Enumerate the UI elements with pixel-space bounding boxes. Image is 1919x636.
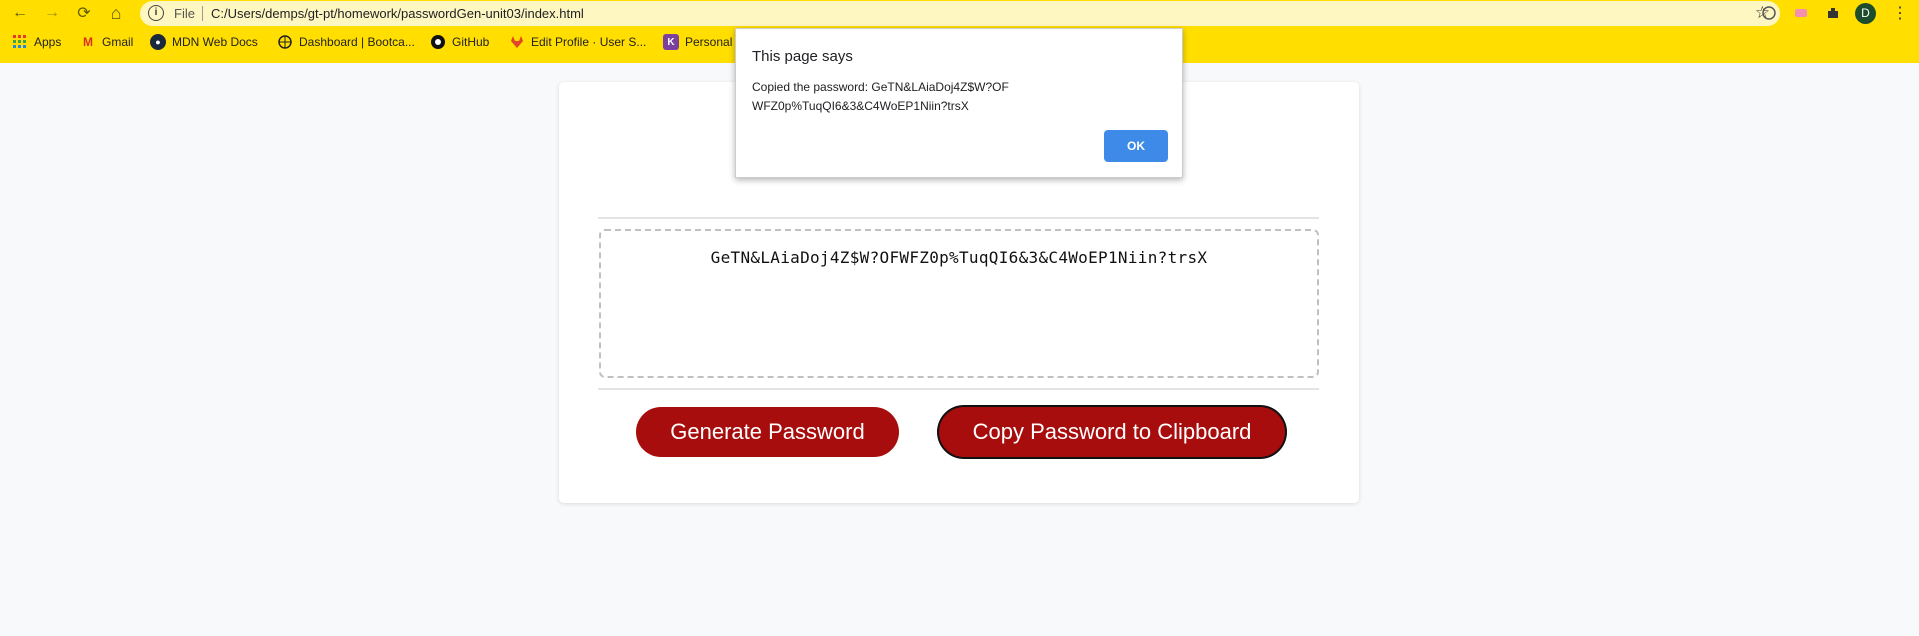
browser-toolbar: ← → ⟳ ⌂ i File C:/Users/demps/gt-pt/home… bbox=[0, 0, 1919, 27]
personal-icon: K bbox=[663, 34, 679, 50]
alert-dialog: This page says Copied the password: GeTN… bbox=[735, 28, 1183, 178]
address-bar[interactable]: i File C:/Users/demps/gt-pt/homework/pas… bbox=[140, 1, 1780, 26]
bookmark-apps[interactable]: Apps bbox=[12, 34, 61, 50]
top-divider bbox=[598, 217, 1319, 219]
bookmark-dashboard[interactable]: Dashboard | Bootca... bbox=[277, 34, 415, 50]
extension-icon-1[interactable] bbox=[1759, 3, 1779, 23]
back-arrow-icon[interactable]: ← bbox=[10, 3, 30, 23]
bookmark-edit-profile[interactable]: Edit Profile · User S... bbox=[509, 34, 646, 50]
url-scheme-label: File bbox=[174, 6, 195, 21]
info-icon[interactable]: i bbox=[148, 5, 164, 21]
bookmark-label: MDN Web Docs bbox=[172, 35, 258, 49]
copy-password-button[interactable]: Copy Password to Clipboard bbox=[939, 407, 1285, 457]
github-icon bbox=[430, 34, 446, 50]
forward-arrow-icon[interactable]: → bbox=[42, 3, 62, 23]
dialog-title: This page says bbox=[752, 48, 853, 65]
mdn-icon: ● bbox=[150, 34, 166, 50]
profile-avatar[interactable]: D bbox=[1855, 3, 1876, 24]
bookmark-label: Dashboard | Bootca... bbox=[299, 35, 415, 49]
bookmark-label: Personal bbox=[685, 35, 733, 49]
bookmark-label: Gmail bbox=[102, 35, 134, 49]
password-output-textarea[interactable]: GeTN&LAiaDoj4Z$W?OFWFZ0p%TuqQI6&3&C4WoEP… bbox=[599, 229, 1319, 378]
dialog-message: Copied the password: GeTN&LAiaDoj4Z$W?OF… bbox=[752, 80, 1009, 113]
gmail-icon: M bbox=[83, 35, 93, 49]
menu-kebab-icon[interactable]: ⋮ bbox=[1892, 3, 1908, 23]
bookmark-mdn[interactable]: ● MDN Web Docs bbox=[150, 34, 258, 50]
bookmark-github[interactable]: GitHub bbox=[430, 34, 489, 50]
extension-icon-2[interactable] bbox=[1791, 3, 1811, 23]
bottom-divider bbox=[598, 388, 1319, 390]
generate-password-button[interactable]: Generate Password bbox=[636, 407, 899, 457]
home-icon[interactable]: ⌂ bbox=[106, 3, 126, 23]
bookmark-gmail[interactable]: M Gmail bbox=[80, 34, 133, 50]
dialog-ok-button[interactable]: OK bbox=[1104, 130, 1168, 162]
reload-icon[interactable]: ⟳ bbox=[74, 3, 94, 23]
bookmark-label: Edit Profile · User S... bbox=[531, 35, 647, 49]
globe-icon bbox=[277, 34, 293, 50]
url-separator bbox=[202, 6, 203, 21]
bookmark-label: Apps bbox=[34, 35, 62, 49]
extensions-puzzle-icon[interactable] bbox=[1823, 3, 1843, 23]
url-text[interactable]: C:/Users/demps/gt-pt/homework/passwordGe… bbox=[211, 6, 584, 21]
password-text: GeTN&LAiaDoj4Z$W?OFWFZ0p%TuqQI6&3&C4WoEP… bbox=[710, 248, 1208, 267]
gitlab-icon bbox=[509, 34, 525, 50]
bookmark-label: GitHub bbox=[452, 35, 490, 49]
bookmark-personal[interactable]: K Personal bbox=[663, 34, 732, 50]
apps-grid-icon bbox=[12, 34, 28, 50]
